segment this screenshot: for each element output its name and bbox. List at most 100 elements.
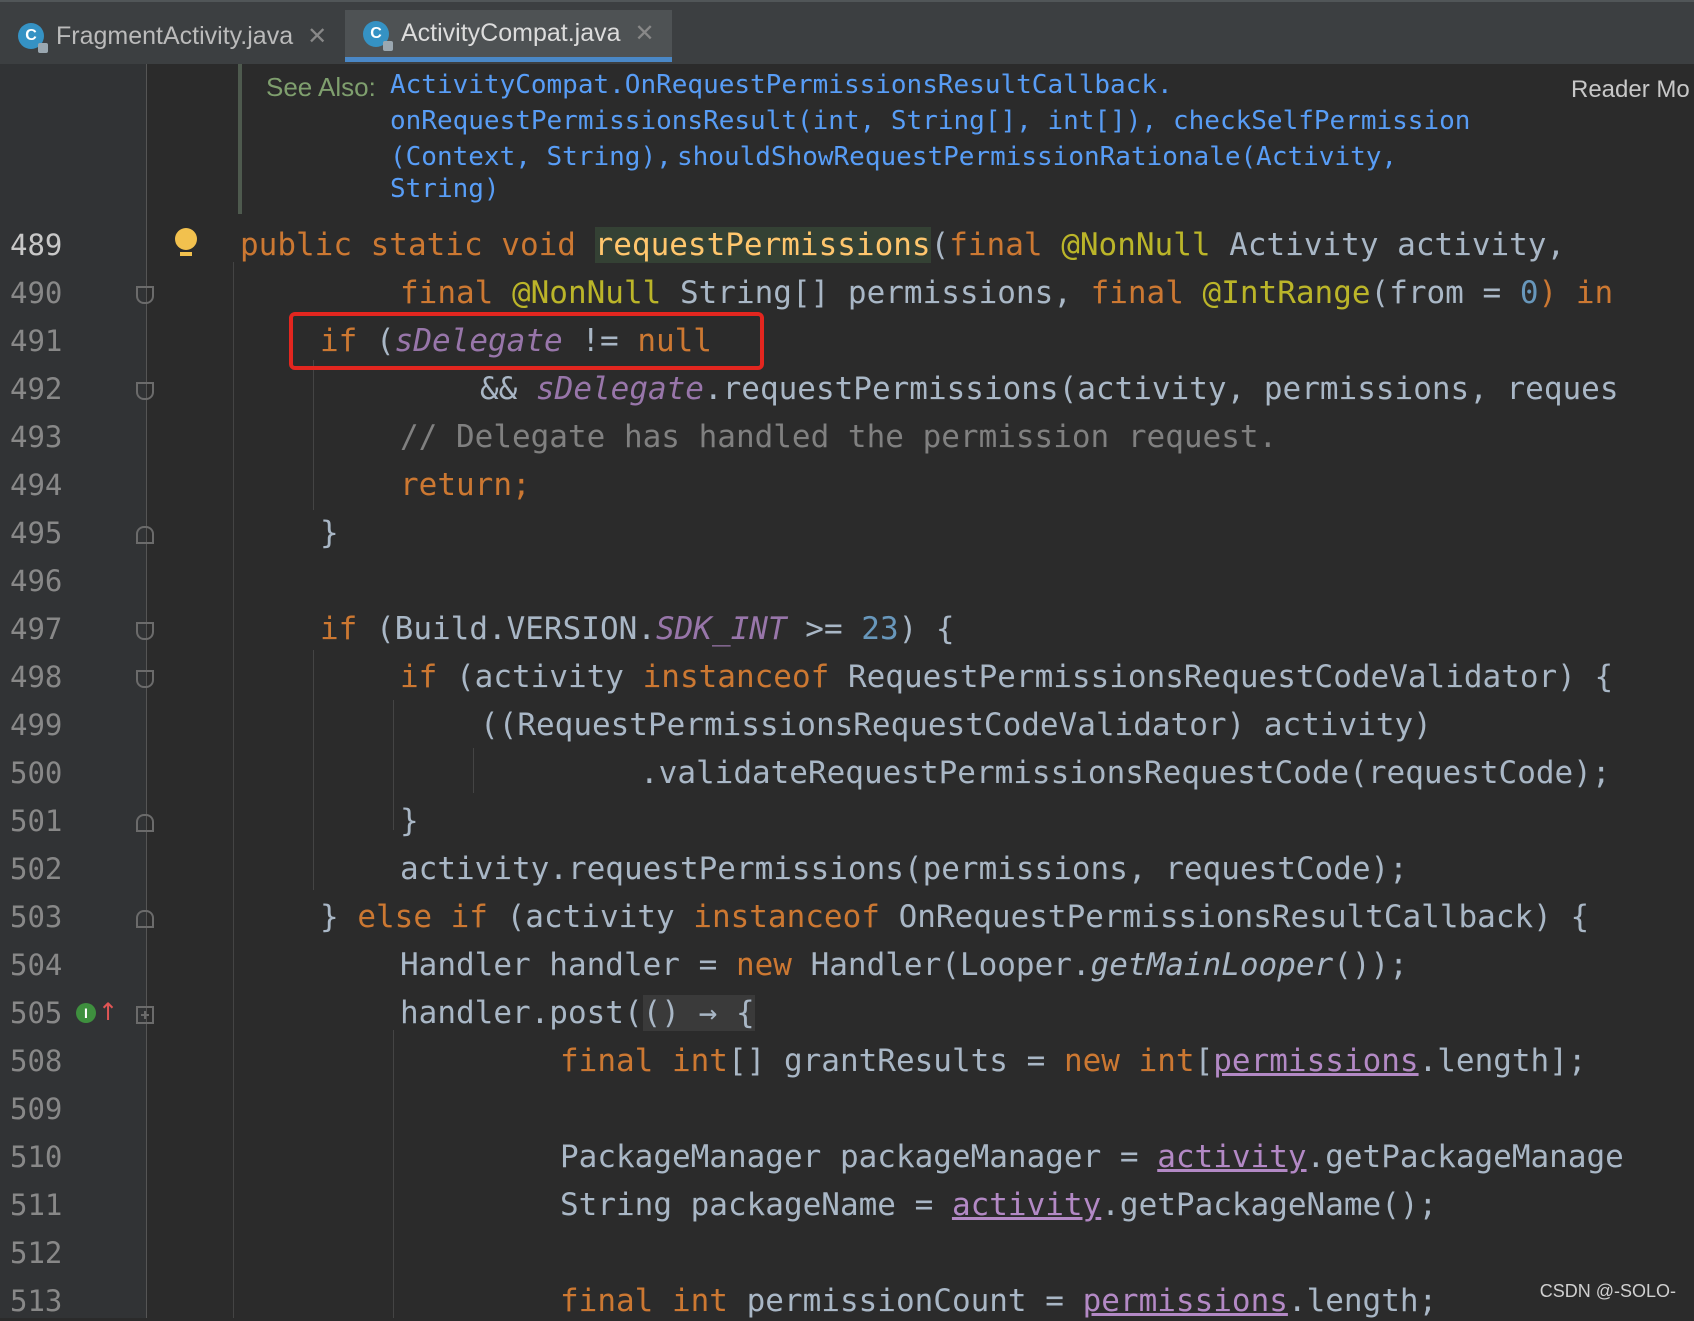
line-number: 512 — [10, 1236, 70, 1270]
go-to-super-arrow-icon[interactable]: ↑ — [98, 998, 118, 1026]
doc-link[interactable]: ActivityCompat.OnRequestPermissionsResul… — [390, 70, 1173, 100]
code-line-502[interactable]: activity.requestPermissions(permissions,… — [400, 849, 1408, 889]
code-line-504[interactable]: Handler handler = new Handler(Looper.get… — [400, 945, 1408, 985]
keyword: if — [400, 659, 456, 695]
keyword: new int — [1064, 1043, 1195, 1079]
doc-link[interactable]: String) — [390, 174, 500, 204]
javadoc-border — [238, 64, 242, 214]
editor-tab-bar: C FragmentActivity.java ✕ C ActivityComp… — [0, 0, 1694, 64]
close-icon[interactable]: ✕ — [635, 19, 655, 48]
line-number: 508 — [10, 1044, 70, 1078]
code-line-490[interactable]: final @NonNull String[] permissions, fin… — [400, 273, 1613, 313]
fold-marker-icon[interactable] — [136, 382, 154, 400]
code-line-511[interactable]: String packageName = activity.getPackage… — [560, 1185, 1437, 1225]
gutter-separator — [146, 64, 147, 1318]
code-line-498[interactable]: if (activity instanceof RequestPermissio… — [400, 657, 1613, 697]
implementation-gutter-icon[interactable]: I — [76, 1003, 96, 1023]
code-text: Activity activity, — [1211, 227, 1566, 263]
code-text: .getPackageName(); — [1101, 1187, 1437, 1223]
folded-lambda[interactable]: () → { — [643, 995, 755, 1031]
code-text: activity.requestPermissions(permissions,… — [400, 851, 1408, 887]
comment: // Delegate has handled the permission r… — [400, 419, 1277, 455]
tab-fragment-activity[interactable]: C FragmentActivity.java ✕ — [0, 10, 345, 62]
fold-marker-icon[interactable] — [136, 622, 154, 640]
line-number: 503 — [10, 900, 70, 934]
doc-link[interactable]: checkSelfPermission — [1173, 106, 1470, 136]
code-line-510[interactable]: PackageManager packageManager = activity… — [560, 1137, 1624, 1177]
punct: ; — [512, 467, 531, 503]
method-call: getMainLooper — [1091, 947, 1334, 983]
java-class-icon: C — [363, 21, 389, 47]
code-line-494[interactable]: return; — [400, 465, 531, 505]
code-text: .length]; — [1419, 1043, 1587, 1079]
code-line-513[interactable]: final int permissionCount = permissions.… — [560, 1281, 1437, 1321]
code-text: [ — [1195, 1043, 1214, 1079]
fold-marker-icon[interactable] — [136, 526, 154, 544]
fold-marker-icon[interactable] — [136, 286, 154, 304]
line-number: 500 — [10, 756, 70, 790]
intention-bulb-icon[interactable] — [175, 228, 197, 250]
line-number: 510 — [10, 1140, 70, 1174]
line-number: 501 — [10, 804, 70, 838]
code-line-489[interactable]: public static void requestPermissions(fi… — [240, 225, 1565, 265]
code-line-501[interactable]: } — [400, 801, 419, 841]
code-line-503[interactable]: } else if (activity instanceof OnRequest… — [320, 897, 1589, 937]
tab-label: FragmentActivity.java — [56, 22, 293, 51]
keyword: else if — [357, 899, 506, 935]
indent-guide — [313, 650, 314, 890]
annotation: @NonNull — [512, 275, 661, 311]
code-line-508[interactable]: final int[] grantResults = new int[permi… — [560, 1041, 1587, 1081]
code-line-499[interactable]: ((RequestPermissionsRequestCodeValidator… — [480, 705, 1432, 745]
line-number: 509 — [10, 1092, 70, 1126]
doc-link[interactable]: shouldShowRequestPermissionRationale(Act… — [677, 142, 1397, 172]
code-text: String[] permissions, — [661, 275, 1090, 311]
tab-label: ActivityCompat.java — [401, 19, 621, 48]
code-line-493[interactable]: // Delegate has handled the permission r… — [400, 417, 1277, 457]
doc-link[interactable]: (Context, String), — [390, 142, 672, 172]
doc-link[interactable]: onRequestPermissionsResult(int, String[]… — [390, 106, 1157, 136]
keyword: final int — [560, 1283, 747, 1319]
code-line-497[interactable]: if (Build.VERSION.SDK_INT >= 23) { — [320, 609, 955, 649]
close-icon[interactable]: ✕ — [307, 22, 327, 51]
code-text: Handler(Looper. — [811, 947, 1091, 983]
punct: } — [320, 515, 339, 551]
expand-fold-icon[interactable] — [136, 1006, 154, 1024]
line-number: 494 — [10, 468, 70, 502]
line-number: 489 — [10, 228, 70, 262]
line-number: 491 — [10, 324, 70, 358]
line-number: 504 — [10, 948, 70, 982]
keyword: final — [949, 227, 1061, 263]
indent-guide — [313, 360, 314, 510]
fold-marker-icon[interactable] — [136, 910, 154, 928]
fold-marker-icon[interactable] — [136, 814, 154, 832]
keyword: public static void — [240, 227, 595, 263]
code-line-492[interactable]: && sDelegate.requestPermissions(activity… — [480, 369, 1619, 409]
static-field: SDK_INT — [656, 611, 787, 647]
code-text: (from = — [1371, 275, 1520, 311]
code-text: ) { — [899, 611, 955, 647]
number: 23 — [861, 611, 898, 647]
code-text: (Build.VERSION. — [376, 611, 656, 647]
code-text: handler.post( — [400, 995, 643, 1031]
keyword: final — [1091, 275, 1203, 311]
line-number: 490 — [10, 276, 70, 310]
code-text: [] grantResults = — [728, 1043, 1064, 1079]
annotation: @NonNull — [1061, 227, 1210, 263]
line-number: 499 — [10, 708, 70, 742]
static-field: sDelegate — [536, 371, 704, 407]
code-text: Handler handler = — [400, 947, 736, 983]
highlight-box — [289, 312, 764, 370]
captured-variable: activity — [1157, 1139, 1306, 1175]
tab-activity-compat[interactable]: C ActivityCompat.java ✕ — [345, 10, 672, 62]
line-number: 511 — [10, 1188, 70, 1222]
code-line-505[interactable]: handler.post(() → { — [400, 993, 755, 1033]
indent-guide — [393, 700, 394, 830]
code-line-500[interactable]: .validateRequestPermissionsRequestCode(r… — [640, 753, 1611, 793]
reader-mode-toggle[interactable]: Reader Mo — [1571, 76, 1690, 104]
code-line-495[interactable]: } — [320, 513, 339, 553]
keyword: return — [400, 467, 512, 503]
line-number: 492 — [10, 372, 70, 406]
fold-marker-icon[interactable] — [136, 670, 154, 688]
operator: >= — [787, 611, 862, 647]
code-text: permissionCount = — [747, 1283, 1083, 1319]
